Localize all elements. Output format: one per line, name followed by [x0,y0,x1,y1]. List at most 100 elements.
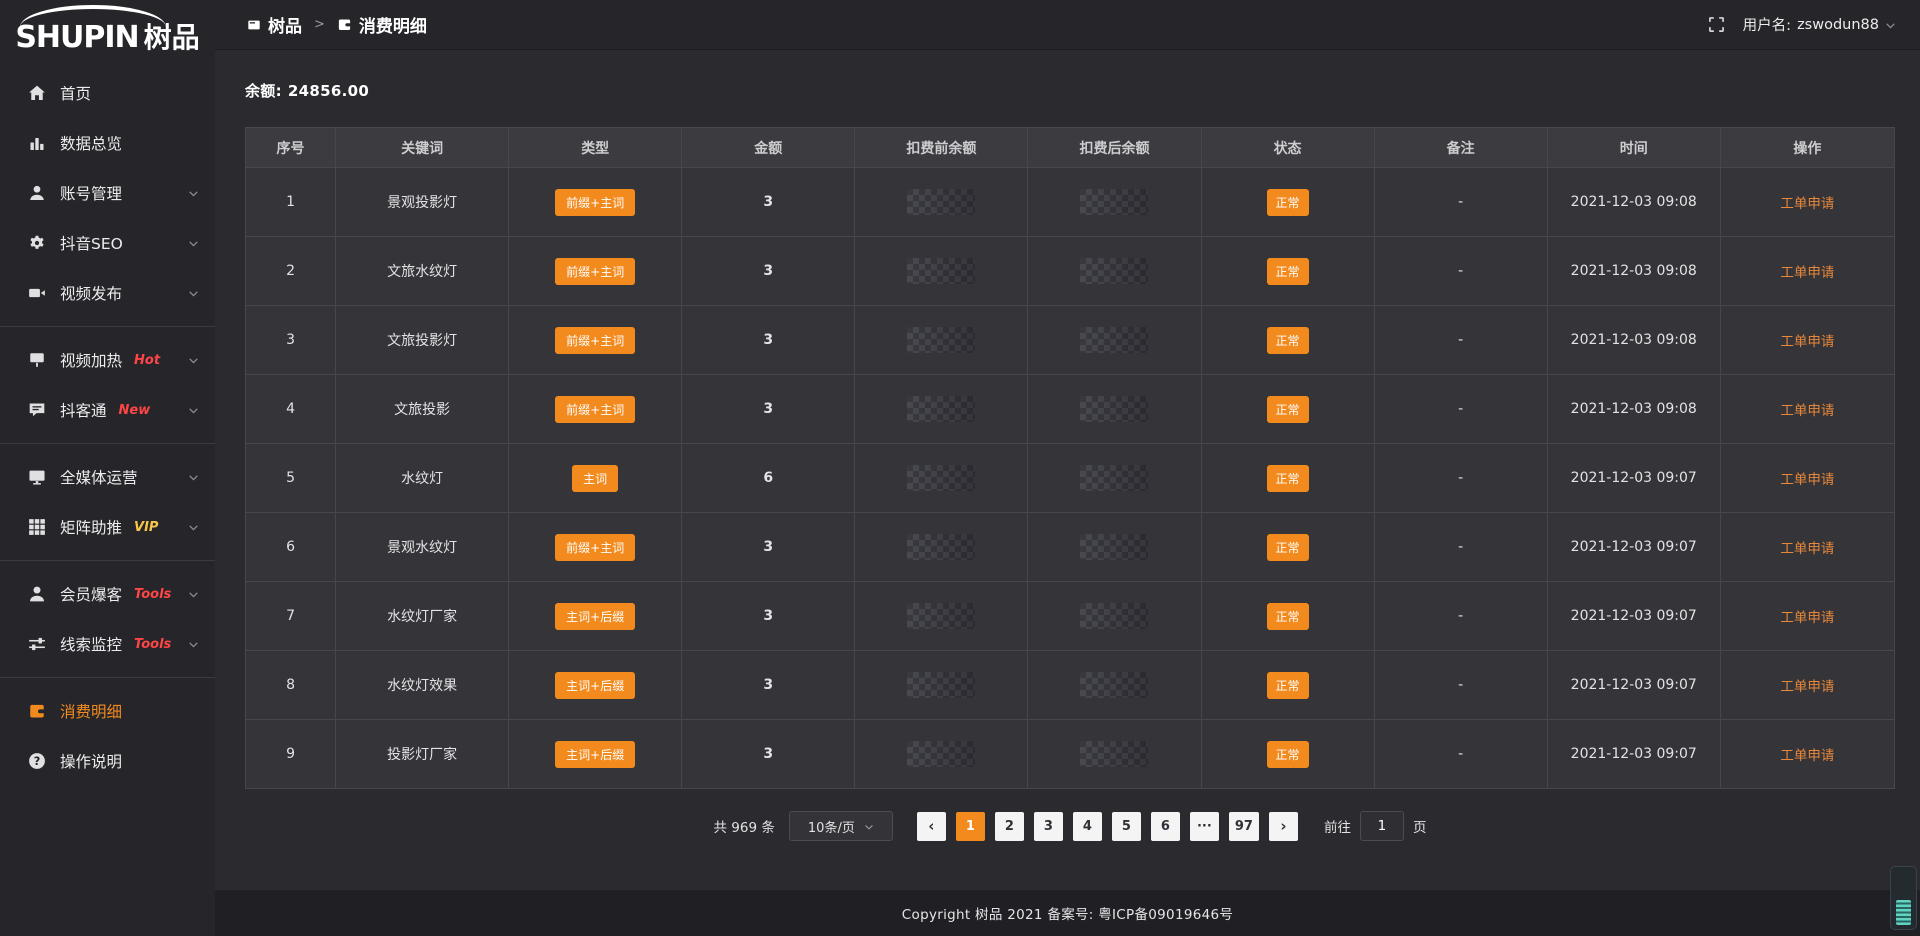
sidebar-item-home[interactable]: 首页 [0,68,215,118]
next-page-button[interactable]: › [1269,812,1298,841]
blurred-balance-after [1080,534,1148,560]
sidebar-item-douketong[interactable]: 抖客通New [0,385,215,435]
cell-index: 7 [246,582,336,651]
goto-page-input[interactable] [1360,811,1404,841]
cell-type: 主词+后缀 [509,720,682,789]
sidebar-item-label: 线索监控 [60,633,122,655]
cell-note: - [1374,168,1547,237]
page-button-4[interactable]: 4 [1073,812,1102,841]
topbar: 树品 > 消费明细 用户名: zswodun88 [215,0,1920,50]
sidebar-item-media-operation[interactable]: 全媒体运营 [0,452,215,502]
page-size-value: 10条/页 [808,817,855,836]
column-header-6: 扣费后余额 [1028,128,1201,168]
sidebar-item-label: 首页 [60,82,91,104]
page-button-6[interactable]: 6 [1151,812,1180,841]
balance-label: 余额: [245,82,282,100]
work-order-link[interactable]: 工单申请 [1780,334,1834,350]
chevron-down-icon [188,188,199,199]
breadcrumb-separator: > [314,17,325,32]
cell-balance-before [855,582,1028,651]
blurred-balance-after [1080,258,1148,284]
status-badge: 正常 [1267,465,1309,492]
work-order-link[interactable]: 工单申请 [1780,748,1834,764]
sidebar-item-clue-monitor[interactable]: 线索监控Tools [0,619,215,669]
work-order-link[interactable]: 工单申请 [1780,610,1834,626]
consumption-table: 序号关键词类型金额扣费前余额扣费后余额状态备注时间操作 1景观投影灯前缀+主词3… [245,127,1895,789]
cell-status: 正常 [1201,306,1374,375]
chevron-down-icon [188,405,199,416]
sidebar-divider [0,326,215,327]
cell-time: 2021-12-03 09:08 [1547,237,1720,306]
chevron-down-icon [188,639,199,650]
sidebar-item-instructions[interactable]: ?操作说明 [0,736,215,786]
page-size-select[interactable]: 10条/页 [789,811,893,841]
cell-time: 2021-12-03 09:08 [1547,375,1720,444]
work-order-link[interactable]: 工单申请 [1780,679,1834,695]
blurred-balance-after [1080,189,1148,215]
breadcrumb-item-home[interactable]: 树品 [247,12,302,37]
user-menu[interactable]: 用户名: zswodun88 [1743,14,1896,35]
column-header-2: 关键词 [336,128,509,168]
sidebar-item-label: 视频加热 [60,349,122,371]
work-order-link[interactable]: 工单申请 [1780,541,1834,557]
type-badge: 前缀+主词 [555,396,635,423]
sidebar-item-video-heat[interactable]: 视频加热Hot [0,335,215,385]
table-row: 5水纹灯主词6正常-2021-12-03 09:07工单申请 [246,444,1895,513]
work-order-link[interactable]: 工单申请 [1780,472,1834,488]
home-icon [28,84,46,102]
blurred-balance-before [907,603,975,629]
chevron-down-icon [188,238,199,249]
work-order-link[interactable]: 工单申请 [1780,196,1834,212]
breadcrumb-item-current[interactable]: 消费明细 [337,12,427,37]
table-row: 2文旅水纹灯前缀+主词3正常-2021-12-03 09:08工单申请 [246,237,1895,306]
table-row: 9投影灯厂家主词+后缀3正常-2021-12-03 09:07工单申请 [246,720,1895,789]
cell-action: 工单申请 [1720,513,1894,582]
cell-status: 正常 [1201,651,1374,720]
sidebar-item-consume-detail[interactable]: 消费明细 [0,686,215,736]
page-button-1[interactable]: 1 [956,812,985,841]
cell-balance-before [855,651,1028,720]
footer: Copyright 树品 2021 备案号: 粤ICP备09019646号 [215,890,1920,936]
status-badge: 正常 [1267,396,1309,423]
work-order-link[interactable]: 工单申请 [1780,403,1834,419]
page-button-5[interactable]: 5 [1112,812,1141,841]
column-header-1: 序号 [246,128,336,168]
page-button-97[interactable]: 97 [1229,812,1259,841]
chevron-down-icon [188,589,199,600]
chevron-down-icon [1885,20,1896,31]
sidebar-item-label: 视频发布 [60,282,122,304]
page-button-3[interactable]: 3 [1034,812,1063,841]
grid-icon [28,518,46,536]
sidebar-item-douyin-seo[interactable]: 抖音SEO [0,218,215,268]
chevron-down-icon [864,822,874,832]
floating-widget[interactable] [1890,866,1917,930]
prev-page-button[interactable]: ‹ [917,812,946,841]
cell-index: 3 [246,306,336,375]
sidebar-item-matrix-boost[interactable]: 矩阵助推VIP [0,502,215,552]
cell-type: 前缀+主词 [509,306,682,375]
logo: SHUPIN树品 [0,0,215,64]
sidebar-item-video-publish[interactable]: 视频发布 [0,268,215,318]
sidebar-item-data-overview[interactable]: 数据总览 [0,118,215,168]
sidebar-menu: 首页数据总览账号管理抖音SEO视频发布视频加热Hot抖客通New全媒体运营矩阵助… [0,64,215,786]
type-badge: 前缀+主词 [555,534,635,561]
fullscreen-icon[interactable] [1708,16,1725,33]
page-ellipsis-button[interactable]: ··· [1190,812,1219,841]
balance-value: 24856.00 [288,82,369,100]
cell-note: - [1374,720,1547,789]
blurred-balance-before [907,327,975,353]
page-button-2[interactable]: 2 [995,812,1024,841]
work-order-link[interactable]: 工单申请 [1780,265,1834,281]
sidebar-item-member-baoke[interactable]: 会员爆客Tools [0,569,215,619]
cell-status: 正常 [1201,168,1374,237]
type-badge: 主词 [572,465,618,492]
cell-type: 主词+后缀 [509,651,682,720]
sidebar-item-account-manage[interactable]: 账号管理 [0,168,215,218]
cell-amount: 3 [682,237,855,306]
column-header-7: 状态 [1201,128,1374,168]
table-row: 6景观水纹灯前缀+主词3正常-2021-12-03 09:07工单申请 [246,513,1895,582]
sidebar-item-label: 矩阵助推 [60,516,122,538]
cell-index: 4 [246,375,336,444]
type-badge: 前缀+主词 [555,258,635,285]
window-icon [247,18,261,32]
